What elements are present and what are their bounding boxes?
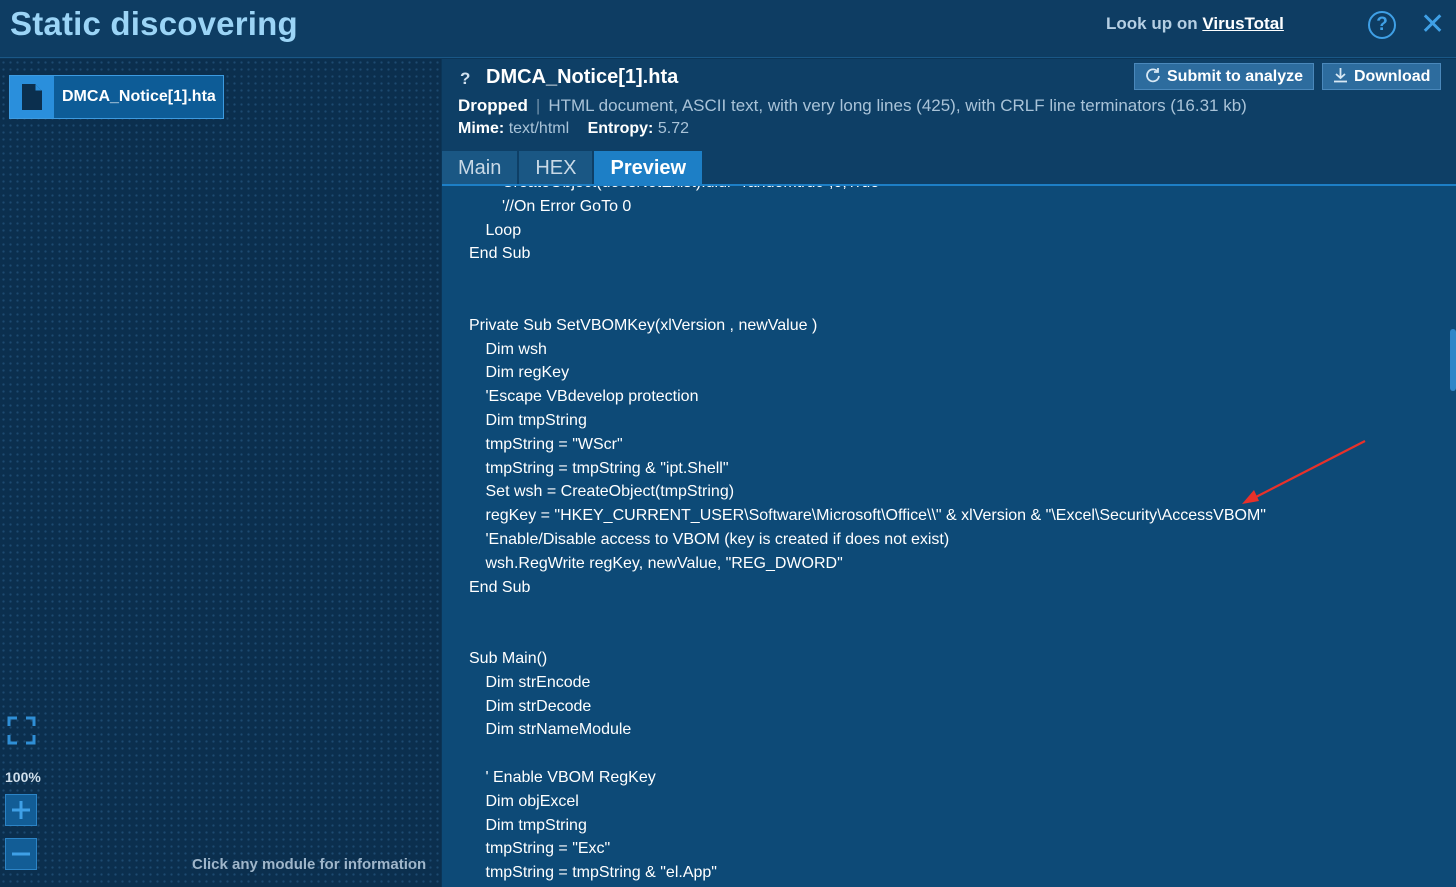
submit-label: Submit to analyze <box>1167 67 1304 85</box>
file-icon <box>10 76 54 118</box>
zoom-level: 100% <box>5 769 41 785</box>
code-line: ' Enable VBOM RegKey <box>485 769 656 786</box>
entropy-value: 5.72 <box>657 120 689 137</box>
zoom-out-button[interactable] <box>5 838 37 870</box>
close-icon[interactable]: ✕ <box>1420 10 1445 40</box>
code-line: 'Escape VBdevelop protection <box>485 388 699 406</box>
tab-bar: Main HEX Preview <box>442 151 704 185</box>
top-bar: Static discovering Look up on VirusTotal… <box>0 0 1456 58</box>
mime-value: text/html <box>508 120 570 137</box>
file-name: DMCA_Notice[1].hta <box>486 66 679 88</box>
code-line: Private Sub SetVBOMKey(xlVersion , newVa… <box>469 316 818 334</box>
annotation-arrow-icon <box>1242 440 1366 504</box>
submit-to-analyze-button[interactable]: Submit to analyze <box>1134 63 1315 90</box>
file-type-description: HTML document, ASCII text, with very lon… <box>548 96 1247 115</box>
separator: | <box>535 96 541 115</box>
code-line: '//On Error GoTo 0 <box>502 197 632 215</box>
virustotal-link[interactable]: VirusTotal <box>1202 14 1284 33</box>
minus-icon <box>12 852 30 856</box>
code-line: regKey = "HKEY_CURRENT_USER\Software\Mic… <box>485 507 1266 525</box>
file-meta: Mime: text/html Entropy: 5.72 <box>458 120 689 138</box>
code-line: tmpString = tmpString & "el.App" <box>485 864 717 882</box>
file-details-panel: ? DMCA_Notice[1].hta Submit to analyze D… <box>442 59 1456 887</box>
download-button[interactable]: Download <box>1322 63 1442 90</box>
code-line: Dim wsh <box>485 340 547 358</box>
code-line: Dim strNameModule <box>485 721 632 739</box>
code-line: End Sub <box>469 245 531 263</box>
code-line: tmpString = "Exc" <box>485 840 611 858</box>
lookup-prefix: Look up on <box>1106 14 1198 33</box>
download-icon <box>1333 67 1348 87</box>
module-hint: Click any module for information <box>192 856 427 873</box>
code-line: Dim tmpString <box>485 412 587 429</box>
code-line: 'Enable/Disable access to VBOM (key is c… <box>485 531 950 548</box>
file-type-icon: ? <box>460 69 471 88</box>
file-header: ? DMCA_Notice[1].hta Submit to analyze D… <box>442 59 1456 185</box>
download-label: Download <box>1354 67 1431 85</box>
tab-preview[interactable]: Preview <box>594 151 703 185</box>
code-line: Dim tmpString <box>485 816 587 834</box>
code-line: Dim strDecode <box>485 697 592 715</box>
code-line: Dim objExcel <box>485 792 579 810</box>
code-line: CreateObject(doesNotExist).didr "randomt… <box>502 186 879 192</box>
virustotal-lookup[interactable]: Look up on VirusTotal <box>1106 14 1284 34</box>
code-line: tmpString = tmpString & "ipt.Shell" <box>485 459 729 477</box>
fit-screen-icon[interactable] <box>7 716 36 745</box>
entropy-label: Entropy: <box>587 120 654 137</box>
page-title: Static discovering <box>10 5 298 42</box>
plus-icon <box>12 801 30 819</box>
file-description: Dropped | HTML document, ASCII text, with … <box>458 96 1247 116</box>
code-preview[interactable]: CreateObject(doesNotExist).didr "randomt… <box>442 186 1456 887</box>
help-icon[interactable]: ? <box>1368 11 1396 39</box>
code-line: Dim regKey <box>485 364 570 382</box>
code-line: Loop <box>485 221 522 239</box>
scrollbar-thumb[interactable] <box>1450 329 1456 391</box>
module-label: DMCA_Notice[1].hta <box>62 88 216 105</box>
code-line: Set wsh = CreateObject(tmpString) <box>485 483 735 501</box>
code-line: Sub Main() <box>469 650 548 667</box>
code-line: End Sub <box>469 578 531 596</box>
code-line: wsh.RegWrite regKey, newValue, "REG_DWOR… <box>485 554 843 572</box>
module-graph-panel: DMCA_Notice[1].hta 100% Click any module… <box>0 59 441 887</box>
module-node[interactable]: DMCA_Notice[1].hta <box>9 75 224 119</box>
tab-main[interactable]: Main <box>442 151 518 185</box>
code-line: Dim strEncode <box>485 673 591 691</box>
zoom-in-button[interactable] <box>5 794 37 826</box>
tab-hex[interactable]: HEX <box>519 151 593 185</box>
file-status: Dropped <box>458 96 528 115</box>
code-line: tmpString = "WScr" <box>485 435 623 453</box>
mime-label: Mime: <box>458 120 505 137</box>
refresh-icon <box>1145 67 1161 87</box>
